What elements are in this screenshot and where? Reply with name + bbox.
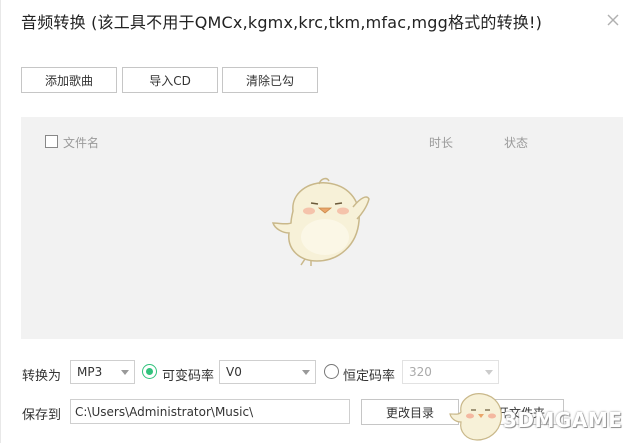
save-path-input[interactable]: C:\Users\Administrator\Music\ [70,399,350,424]
convert-to-label: 转换为 [22,369,62,384]
vbr-label: 可变码率 [162,369,215,384]
add-song-button[interactable]: 添加歌曲 [21,67,117,93]
list-header: 文件名 时长 状态 [21,117,623,165]
column-duration: 时长 [429,136,454,150]
format-select-value: MP3 [77,365,103,379]
chevron-down-icon [485,370,493,375]
cbr-select[interactable]: 320 [402,360,499,384]
dialog-title: 音频转换 (该工具不用于QMCx,kgmx,krc,tkm,mfac,mgg格式… [21,13,543,32]
close-icon[interactable] [601,8,625,32]
save-to-label: 保存到 [22,408,62,423]
column-filename: 文件名 [63,136,100,150]
cbr-label: 恒定码率 [343,369,396,384]
vbr-radio[interactable] [142,364,157,379]
import-cd-button[interactable]: 导入CD [122,67,218,93]
vbr-select[interactable]: V0 [219,360,316,384]
watermark-text: 3DMGAME [503,408,623,432]
change-directory-button[interactable]: 更改目录 [361,399,459,425]
mascot-illustration [271,177,370,266]
song-list[interactable]: 文件名 时长 状态 [21,117,623,339]
select-all-checkbox[interactable] [45,135,58,148]
audio-convert-dialog: 音频转换 (该工具不用于QMCx,kgmx,krc,tkm,mfac,mgg格式… [0,0,636,443]
chevron-down-icon [121,370,129,375]
column-status: 状态 [504,136,529,150]
chevron-down-icon [302,370,310,375]
cbr-radio[interactable] [324,364,339,379]
cbr-select-value: 320 [409,365,432,379]
vbr-select-value: V0 [226,365,242,379]
format-select[interactable]: MP3 [70,360,135,384]
clear-checked-button[interactable]: 清除已勾 [222,67,318,93]
